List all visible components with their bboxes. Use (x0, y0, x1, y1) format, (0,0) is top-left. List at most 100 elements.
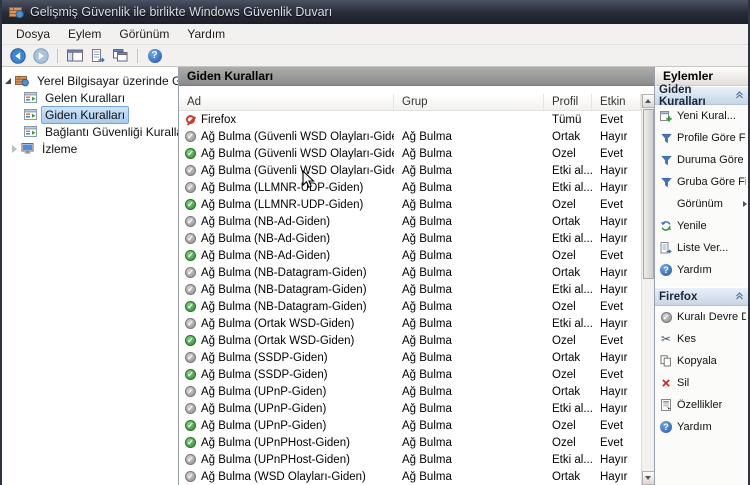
section-header-label: Giden Kuralları (659, 83, 706, 108)
rule-name-cell: Ağ Bulma (Güvenli WSD Olayları-Giden) (179, 148, 394, 160)
rule-name: Ağ Bulma (LLMNR-UDP-Giden) (201, 198, 364, 211)
action-yardim[interactable]: Yardım (655, 259, 748, 281)
scrollbar-thumb[interactable] (642, 109, 654, 279)
rule-profile-cell: Ortak (552, 385, 581, 398)
disabled-rule-icon (185, 352, 196, 363)
sidebar-item-gelen-kurallari[interactable]: Gelen Kuralları (2, 89, 178, 106)
rule-group-cell: Ağ Bulma (402, 147, 452, 160)
console-tree-toggle-button[interactable] (64, 46, 85, 65)
scrollbar-track[interactable] (642, 108, 655, 471)
table-row[interactable]: Ağ Bulma (UPnP-Giden) Ağ Bulma Etki al... H… (179, 400, 641, 417)
enabled-rule-icon (185, 148, 196, 159)
action-kes[interactable]: Kes (655, 328, 748, 350)
table-row[interactable]: Firefox Tümü Evet (179, 111, 641, 128)
disabled-rule-icon (185, 182, 196, 193)
rule-name-cell: Ağ Bulma (UPnPHost-Giden) (179, 437, 394, 449)
action-section-giden-kurallari[interactable]: Giden Kuralları (655, 83, 748, 108)
collapse-chevron-icon (735, 291, 744, 303)
menu-gorunum[interactable]: Görünüm (110, 25, 178, 43)
action-label: Sil (677, 377, 690, 389)
action-liste-ver[interactable]: Liste Ver... (655, 237, 748, 259)
tree-root-item[interactable]: Yerel Bilgisayar üzerinde Gelişm (2, 72, 178, 89)
expander-open-icon[interactable] (5, 77, 11, 84)
tree-item-label: Bağlantı Güvenliği Kuralları (45, 124, 179, 139)
rule-profile-cell: Etki al... (552, 232, 592, 245)
table-row[interactable]: Ağ Bulma (NB-Datagram-Giden) Ağ Bulma Orta… (179, 264, 641, 281)
menu-dosya[interactable]: Dosya (7, 25, 59, 43)
column-header-grup[interactable]: Grup (394, 94, 544, 110)
action-label: Liste Ver... (677, 242, 729, 254)
table-row[interactable]: Ağ Bulma (Güvenli WSD Olayları-Giden) Ağ … (179, 128, 641, 145)
scroll-up-button[interactable] (641, 94, 655, 108)
column-header-ad[interactable]: Ad (179, 94, 394, 110)
action-sil[interactable]: Sil (655, 372, 748, 394)
action-kopyala[interactable]: Kopyala (655, 350, 748, 372)
help-button[interactable] (144, 46, 165, 65)
rule-name-cell: Ağ Bulma (NB-Ad-Giden) (179, 216, 394, 228)
table-row[interactable]: Ağ Bulma (UPnP-Giden) Ağ Bulma Özel Evet (179, 417, 641, 434)
action-profile-gore-fil[interactable]: Profile Göre Fil... (655, 127, 748, 149)
new-window-button[interactable] (110, 46, 131, 65)
rule-name: Ağ Bulma (Ortak WSD-Giden) (201, 334, 355, 347)
rule-enabled-cell: Evet (600, 249, 624, 262)
disabled-rule-icon (185, 386, 196, 397)
action-yeni-kural[interactable]: Yeni Kural... (655, 105, 748, 127)
sidebar-item-giden-kurallari[interactable]: Giden Kuralları (2, 105, 178, 124)
rule-profile-cell: Özel (552, 147, 576, 160)
export-list-button[interactable] (87, 46, 108, 65)
table-row[interactable]: Ağ Bulma (Güvenli WSD Olayları-Giden) Ağ … (179, 145, 641, 162)
column-header-profil[interactable]: Profil (544, 94, 592, 110)
vertical-scrollbar[interactable] (641, 94, 655, 485)
action-ozellikler[interactable]: Özellikler (655, 394, 748, 416)
table-row[interactable]: Ağ Bulma (NB-Ad-Giden) Ağ Bulma Ortak Hayır (179, 213, 641, 230)
disabled-rule-icon (185, 131, 196, 142)
column-header-etkin[interactable]: Etkin (592, 94, 641, 110)
expander-collapsed-icon[interactable] (12, 144, 17, 153)
enabled-rule-icon (185, 369, 196, 380)
table-row[interactable]: Ağ Bulma (Ortak WSD-Giden) Ağ Bulma Özel Ev… (179, 332, 641, 349)
table-row[interactable]: Ağ Bulma (NB-Ad-Giden) Ağ Bulma Özel Evet (179, 247, 641, 264)
table-row[interactable]: Ağ Bulma (Güvenli WSD Olayları-Giden) Ağ … (179, 162, 641, 179)
sidebar-item-baglanti-guvenligi-kurallari[interactable]: Bağlantı Güvenliği Kuralları (2, 123, 178, 140)
rule-name: Ağ Bulma (UPnP-Giden) (201, 385, 327, 398)
table-row[interactable]: Ağ Bulma (UPnPHost-Giden) Ağ Bulma Özel Eve… (179, 434, 641, 451)
forward-button[interactable] (30, 46, 51, 65)
action-yardim[interactable]: Yardım (655, 416, 748, 438)
rule-group-cell: Ağ Bulma (402, 283, 452, 296)
scroll-down-button[interactable] (641, 471, 655, 485)
table-row[interactable]: Ağ Bulma (UPnPHost-Giden) Ağ Bulma Etki al… (179, 451, 641, 468)
table-row[interactable]: Ağ Bulma (WSD Olayları-Giden) Ağ Bulma Ort… (179, 468, 641, 485)
action-label: Yenile (677, 220, 707, 232)
sidebar-item-izleme[interactable]: İzleme (2, 140, 178, 157)
rule-enabled-cell: Evet (600, 147, 624, 160)
giden-kurallari-icon (24, 109, 37, 120)
menu-eylem[interactable]: Eylem (59, 25, 110, 43)
action-label: Gruba Göre Fil... (677, 176, 746, 188)
rule-enabled-cell: Evet (600, 300, 624, 313)
table-row[interactable]: Ağ Bulma (LLMNR-UDP-Giden) Ağ Bulma Etki a… (179, 179, 641, 196)
table-row[interactable]: Ağ Bulma (NB-Datagram-Giden) Ağ Bulma Özel… (179, 298, 641, 315)
table-row[interactable]: Ağ Bulma (SSDP-Giden) Ağ Bulma Ortak Hayır (179, 349, 641, 366)
action-gruba-gore-fil[interactable]: Gruba Göre Fil... (655, 171, 748, 193)
table-row[interactable]: Ağ Bulma (NB-Ad-Giden) Ağ Bulma Etki al...… (179, 230, 641, 247)
menu-yardim[interactable]: Yardım (178, 25, 234, 43)
rule-name-cell: Ağ Bulma (Ortak WSD-Giden) (179, 335, 394, 347)
action-section-firefox[interactable]: Firefox (655, 287, 748, 306)
table-row[interactable]: Ağ Bulma (Ortak WSD-Giden) Ağ Bulma Etki a… (179, 315, 641, 332)
rule-profile-cell: Ortak (552, 351, 581, 364)
action-duruma-gore-f[interactable]: Duruma Göre F... (655, 149, 748, 171)
disabled-rule-icon (185, 318, 196, 329)
titlebar[interactable]: Gelişmiş Güvenlik ile birlikte Windows G… (2, 0, 748, 24)
action-gorunum[interactable]: Görünüm (655, 193, 748, 215)
back-button[interactable] (7, 46, 28, 65)
table-row[interactable]: Ağ Bulma (UPnP-Giden) Ağ Bulma Ortak Hayır (179, 383, 641, 400)
rule-enabled-cell: Hayır (600, 402, 628, 415)
action-kurali-devre-di[interactable]: Kuralı Devre Dı... (655, 306, 748, 328)
scissors-icon (661, 333, 671, 345)
rule-enabled-cell: Hayır (600, 232, 628, 245)
action-yenile[interactable]: Yenile (655, 215, 748, 237)
table-row[interactable]: Ağ Bulma (SSDP-Giden) Ağ Bulma Özel Evet (179, 366, 641, 383)
table-row[interactable]: Ağ Bulma (NB-Datagram-Giden) Ağ Bulma Etki… (179, 281, 641, 298)
rule-enabled-cell: Hayır (600, 215, 628, 228)
table-row[interactable]: Ağ Bulma (LLMNR-UDP-Giden) Ağ Bulma Özel Ev… (179, 196, 641, 213)
